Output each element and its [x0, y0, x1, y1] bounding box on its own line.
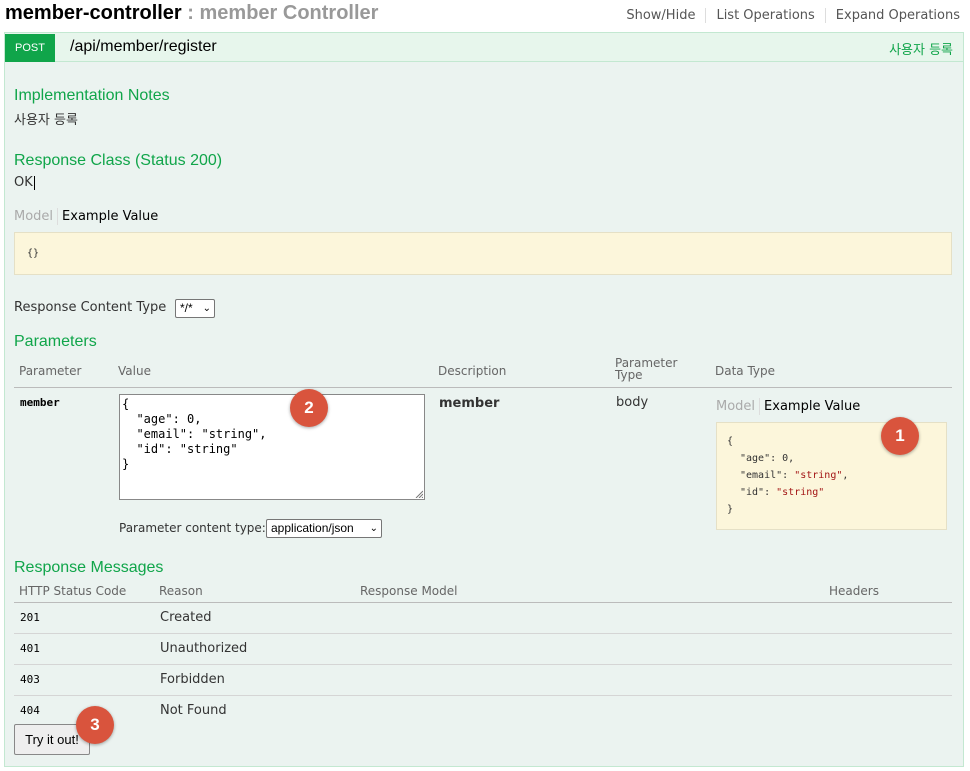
annotation-marker: 2: [290, 389, 328, 427]
http-method-badge[interactable]: POST: [5, 34, 55, 62]
controller-title[interactable]: member-controller : member Controller: [5, 2, 378, 25]
param-content-type-select[interactable]: application/json ⌄: [266, 519, 382, 538]
status-code: 201: [20, 611, 40, 624]
param-type: body: [616, 395, 649, 410]
response-class-text: OK: [14, 175, 35, 190]
controller-separator: :: [181, 2, 200, 24]
response-model-tab[interactable]: Model: [14, 208, 59, 225]
status-reason: Created: [160, 610, 212, 625]
response-content-type-select[interactable]: */* ⌄: [175, 299, 215, 318]
controller-links: Show/Hide List Operations Expand Operati…: [626, 8, 960, 23]
param-header-divider: [14, 387, 952, 388]
example-id-value: "string": [776, 487, 825, 498]
example-email-key: "email": [740, 470, 783, 481]
list-operations-link[interactable]: List Operations: [705, 8, 824, 23]
chevron-down-icon: ⌄: [369, 523, 378, 534]
param-description: member: [439, 396, 500, 411]
implementation-notes-heading: Implementation Notes: [14, 87, 170, 104]
operation-summary[interactable]: 사용자 등록: [889, 39, 953, 58]
controller-description: member Controller: [199, 2, 379, 24]
text-caret: [33, 175, 35, 190]
status-code: 403: [20, 673, 40, 686]
param-content-type-label: Parameter content type:: [119, 521, 266, 535]
operation-panel: POST /api/member/register 사용자 등록 Impleme…: [4, 32, 964, 767]
operation-heading[interactable]: POST /api/member/register 사용자 등록: [5, 33, 963, 62]
status-reason: Forbidden: [160, 672, 225, 687]
status-code: 401: [20, 642, 40, 655]
example-email-comma: ,: [842, 470, 849, 481]
param-value-line: {: [122, 397, 130, 411]
resp-header-divider: [14, 602, 952, 603]
show-hide-link[interactable]: Show/Hide: [626, 8, 705, 23]
param-model-tab[interactable]: Model: [716, 398, 761, 415]
status-code: 404: [20, 704, 40, 717]
parameters-heading: Parameters: [14, 333, 97, 350]
param-value-line: "id": "string": [122, 442, 238, 456]
response-model-tabs: Model Example Value: [14, 208, 158, 225]
param-col-parameter-type: Parameter Type: [615, 356, 678, 382]
row-divider: [14, 633, 952, 634]
controller-header: member-controller : member Controller Sh…: [0, 0, 970, 32]
response-example-tab[interactable]: Example Value: [58, 208, 158, 225]
resp-col-status-code: HTTP Status Code: [19, 584, 127, 598]
resp-col-headers: Headers: [829, 584, 879, 598]
chevron-down-icon: ⌄: [202, 303, 211, 314]
controller-name[interactable]: member-controller: [5, 2, 182, 24]
param-value-textarea[interactable]: { "age": 0, "email": "string", "id": "st…: [119, 394, 425, 500]
response-content-type-value: */*: [180, 301, 193, 315]
implementation-notes-text: 사용자 등록: [14, 113, 78, 128]
param-example-line: "age": 0,: [740, 453, 795, 464]
param-name: member: [20, 396, 60, 409]
row-divider: [14, 695, 952, 696]
param-example-line: "id": "string": [740, 487, 825, 498]
response-messages-heading: Response Messages: [14, 559, 164, 576]
expand-operations-link[interactable]: Expand Operations: [824, 8, 960, 23]
status-reason: Unauthorized: [160, 641, 248, 656]
annotation-marker: 3: [76, 706, 114, 744]
param-col-description: Description: [438, 364, 507, 378]
response-class-heading: Response Class (Status 200): [14, 152, 223, 169]
param-example-line: {: [727, 436, 734, 447]
resp-col-response-model: Response Model: [360, 584, 458, 598]
example-id-key: "id": [740, 487, 765, 498]
resize-grip-icon[interactable]: [415, 490, 423, 498]
response-content-type-label: Response Content Type: [14, 300, 167, 315]
resp-col-reason: Reason: [159, 584, 203, 598]
param-model-tabs: Model Example Value: [716, 398, 860, 415]
param-col-value: Value: [118, 364, 151, 378]
annotation-marker: 1: [881, 417, 919, 455]
param-example-line: }: [727, 504, 734, 515]
param-value-line: "email": "string",: [122, 427, 267, 441]
param-example-line: "email": "string",: [740, 470, 849, 481]
operation-path[interactable]: /api/member/register: [70, 38, 217, 56]
example-age-key: "age": [740, 453, 771, 464]
param-value-line: }: [122, 457, 130, 471]
param-col-data-type: Data Type: [715, 364, 776, 378]
param-content-type-value: application/json: [271, 521, 354, 535]
response-class-value: OK: [14, 175, 33, 190]
param-value-line: "age": 0,: [122, 412, 202, 426]
example-age-value: 0,: [782, 453, 795, 464]
response-example-code: {}: [27, 248, 40, 259]
param-col-parameter: Parameter: [19, 364, 82, 378]
status-reason: Not Found: [160, 703, 227, 718]
example-email-value: "string": [794, 470, 843, 481]
param-example-tab[interactable]: Example Value: [760, 398, 860, 415]
response-example-box: {}: [14, 232, 952, 275]
row-divider: [14, 664, 952, 665]
